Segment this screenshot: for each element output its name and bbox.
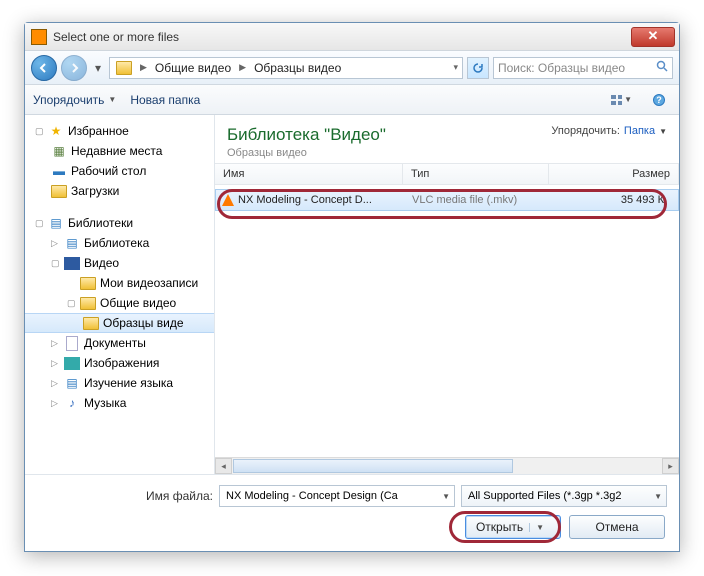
library-icon: ▤: [64, 235, 80, 251]
tree-language-study[interactable]: ▷ ▤ Изучение языка: [25, 373, 214, 393]
folder-icon: [80, 277, 96, 290]
tree-documents[interactable]: ▷ Документы: [25, 333, 214, 353]
cancel-button[interactable]: Отмена: [569, 515, 665, 539]
library-subtitle: Образцы видео: [227, 147, 386, 159]
documents-icon: [66, 336, 78, 351]
tree-images[interactable]: ▷ Изображения: [25, 353, 214, 373]
video-icon: [64, 257, 80, 270]
view-icon: [610, 94, 622, 106]
file-size: 35 493 К: [550, 194, 678, 206]
app-icon: [31, 29, 47, 45]
forward-button[interactable]: [61, 55, 87, 81]
breadcrumb-segment[interactable]: Образцы видео: [250, 61, 345, 75]
navigation-pane: ▢ ★ Избранное ▦ Недавние места ▬ Рабочий…: [25, 115, 215, 474]
chevron-down-icon[interactable]: ▾: [451, 62, 460, 73]
chevron-down-icon: ▼: [442, 492, 450, 501]
tree-music[interactable]: ▷ ♪ Музыка: [25, 393, 214, 413]
chevron-right-icon[interactable]: ▶: [237, 62, 248, 73]
column-size[interactable]: Размер: [549, 164, 679, 184]
file-name: NX Modeling - Concept D...: [238, 194, 372, 206]
tree-video-samples[interactable]: Образцы виде: [25, 313, 214, 333]
chevron-down-icon[interactable]: ▼: [529, 523, 550, 532]
help-button[interactable]: ?: [647, 90, 671, 110]
music-icon: ♪: [64, 395, 80, 411]
desktop-icon: ▬: [51, 163, 67, 179]
new-folder-button[interactable]: Новая папка: [130, 93, 200, 107]
file-type: VLC media file (.mkv): [404, 194, 550, 206]
file-open-dialog: Select one or more files ✕ ▾ ▶ Общие вид…: [24, 22, 680, 552]
refresh-icon: [472, 62, 484, 74]
expand-icon[interactable]: ▷: [51, 338, 60, 349]
file-row[interactable]: NX Modeling - Concept D... VLC media fil…: [215, 189, 679, 211]
column-name[interactable]: Имя: [215, 164, 403, 184]
scroll-left-button[interactable]: ◂: [215, 458, 232, 474]
svg-text:?: ?: [656, 95, 662, 105]
scroll-thumb[interactable]: [233, 459, 513, 473]
organize-menu[interactable]: Упорядочить ▼: [33, 93, 116, 107]
tree-library[interactable]: ▷ ▤ Библиотека: [25, 233, 214, 253]
toolbar: Упорядочить ▼ Новая папка ▼ ?: [25, 85, 679, 115]
scroll-right-button[interactable]: ▸: [662, 458, 679, 474]
recent-places-icon: ▦: [51, 143, 67, 159]
tree-libraries[interactable]: ▢ ▤ Библиотеки: [25, 213, 214, 233]
back-button[interactable]: [31, 55, 57, 81]
column-headers: Имя Тип Размер: [215, 163, 679, 185]
filename-input[interactable]: NX Modeling - Concept Design (Cа ▼: [219, 485, 455, 507]
library-header: Библиотека "Видео" Образцы видео Упорядо…: [215, 115, 679, 163]
expand-icon[interactable]: ▷: [51, 398, 60, 409]
collapse-icon[interactable]: ▢: [35, 218, 44, 229]
window-title: Select one or more files: [53, 30, 631, 44]
file-list-pane: Библиотека "Видео" Образцы видео Упорядо…: [215, 115, 679, 474]
nav-history-dropdown[interactable]: ▾: [91, 58, 105, 78]
chevron-right-icon[interactable]: ▶: [138, 62, 149, 73]
chevron-down-icon: ▼: [108, 95, 116, 104]
breadcrumb-segment[interactable]: Общие видео: [151, 61, 235, 75]
library-title: Библиотека "Видео": [227, 125, 386, 145]
folder-icon: [83, 317, 99, 330]
chevron-down-icon: ▼: [654, 492, 662, 501]
collapse-icon[interactable]: ▢: [67, 298, 76, 309]
tree-downloads[interactable]: Загрузки: [25, 181, 214, 201]
folder-icon: [116, 61, 132, 75]
star-icon: ★: [48, 123, 64, 139]
expand-icon[interactable]: ▷: [51, 378, 60, 389]
collapse-icon[interactable]: ▢: [35, 126, 44, 137]
downloads-icon: [51, 185, 67, 198]
libraries-icon: ▤: [48, 215, 64, 231]
search-icon: [656, 60, 668, 75]
library-icon: ▤: [64, 375, 80, 391]
filename-label: Имя файла:: [146, 489, 213, 503]
navigation-bar: ▾ ▶ Общие видео ▶ Образцы видео ▾ Поиск:…: [25, 51, 679, 85]
chevron-down-icon: ▼: [624, 95, 632, 104]
view-options-button[interactable]: ▼: [609, 90, 633, 110]
titlebar: Select one or more files ✕: [25, 23, 679, 51]
search-input[interactable]: Поиск: Образцы видео: [493, 57, 673, 79]
horizontal-scrollbar[interactable]: ◂ ▸: [215, 457, 679, 474]
tree-shared-video[interactable]: ▢ Общие видео: [25, 293, 214, 313]
column-type[interactable]: Тип: [403, 164, 549, 184]
collapse-icon[interactable]: ▢: [51, 258, 60, 269]
close-button[interactable]: ✕: [631, 27, 675, 47]
tree-favorites[interactable]: ▢ ★ Избранное: [25, 121, 214, 141]
open-button[interactable]: Открыть ▼: [465, 515, 561, 539]
tree-recent-places[interactable]: ▦ Недавние места: [25, 141, 214, 161]
arrow-left-icon: [39, 63, 49, 73]
tree-desktop[interactable]: ▬ Рабочий стол: [25, 161, 214, 181]
expand-icon[interactable]: ▷: [51, 358, 60, 369]
search-placeholder: Поиск: Образцы видео: [498, 61, 625, 75]
tree-video[interactable]: ▢ Видео: [25, 253, 214, 273]
vlc-icon: [222, 194, 234, 206]
arrange-by[interactable]: Упорядочить: Папка ▼: [551, 125, 667, 137]
help-icon: ?: [652, 93, 666, 107]
refresh-button[interactable]: [467, 57, 489, 79]
filetype-filter[interactable]: All Supported Files (*.3gp *.3g2 ▼: [461, 485, 667, 507]
arrow-right-icon: [69, 63, 79, 73]
address-bar[interactable]: ▶ Общие видео ▶ Образцы видео ▾: [109, 57, 463, 79]
images-icon: [64, 357, 80, 370]
dialog-footer: Имя файла: NX Modeling - Concept Design …: [25, 474, 679, 551]
expand-icon[interactable]: ▷: [51, 238, 60, 249]
tree-my-videos[interactable]: Мои видеозаписи: [25, 273, 214, 293]
folder-icon: [80, 297, 96, 310]
chevron-down-icon: ▼: [659, 127, 667, 136]
